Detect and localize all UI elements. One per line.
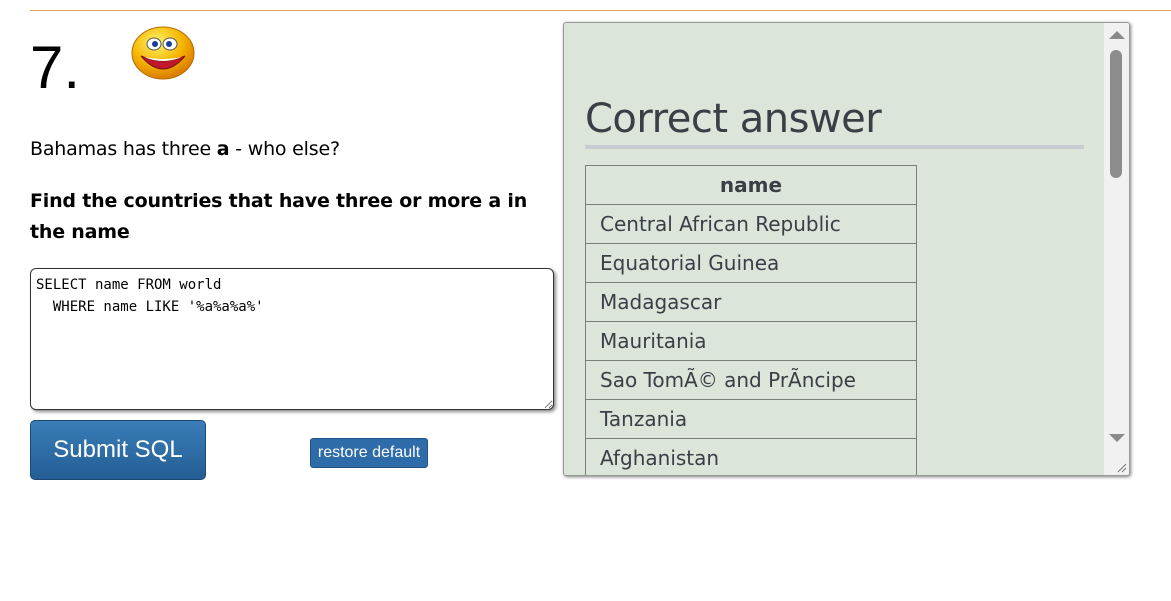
- smiley-face-icon: [131, 26, 195, 80]
- table-row: Madagascar: [585, 282, 917, 322]
- intro-bold-letter: a: [216, 138, 230, 160]
- column-header-name: name: [585, 165, 917, 205]
- table-header-row: name: [585, 165, 917, 205]
- table-row: Tanzania: [585, 399, 917, 439]
- answer-scrollbar[interactable]: [1104, 23, 1129, 475]
- scroll-up-arrow-icon[interactable]: [1109, 31, 1125, 39]
- restore-default-button[interactable]: restore default: [310, 438, 428, 468]
- table-row: Equatorial Guinea: [585, 243, 917, 283]
- answer-content: Correct answer name Central African Repu…: [564, 23, 1104, 475]
- top-divider: [30, 10, 1171, 11]
- answer-title: Correct answer: [585, 99, 1084, 149]
- resize-grip-icon[interactable]: [1115, 461, 1127, 473]
- table-row: Afghanistan: [585, 438, 917, 475]
- table-cell: Madagascar: [585, 282, 917, 322]
- table-row: Central African Republic: [585, 204, 917, 244]
- table-cell: Sao TomÃ© and PrÃncipe: [585, 360, 917, 400]
- table-cell: Equatorial Guinea: [585, 243, 917, 283]
- table-cell: Tanzania: [585, 399, 917, 439]
- scroll-thumb[interactable]: [1110, 50, 1122, 178]
- sql-editor[interactable]: SELECT name FROM world WHERE name LIKE '…: [30, 268, 554, 410]
- task-instruction: Find the countries that have three or mo…: [30, 190, 528, 243]
- table-row: Sao TomÃ© and PrÃncipe: [585, 360, 917, 400]
- intro-text-end: - who else?: [229, 138, 340, 160]
- submit-sql-button[interactable]: Submit SQL: [30, 420, 206, 480]
- table-cell: Mauritania: [585, 321, 917, 361]
- answer-table: name Central African Republic Equatorial…: [585, 165, 917, 475]
- scroll-down-arrow-icon[interactable]: [1109, 434, 1125, 442]
- table-cell: Afghanistan: [585, 438, 917, 475]
- intro-text-start: Bahamas has three: [30, 138, 217, 160]
- table-row: Mauritania: [585, 321, 917, 361]
- table-cell: Central African Republic: [585, 204, 917, 244]
- question-number: 7.: [30, 34, 81, 101]
- question-intro: Bahamas has three a - who else?: [30, 138, 340, 160]
- answer-panel: Correct answer name Central African Repu…: [563, 22, 1130, 476]
